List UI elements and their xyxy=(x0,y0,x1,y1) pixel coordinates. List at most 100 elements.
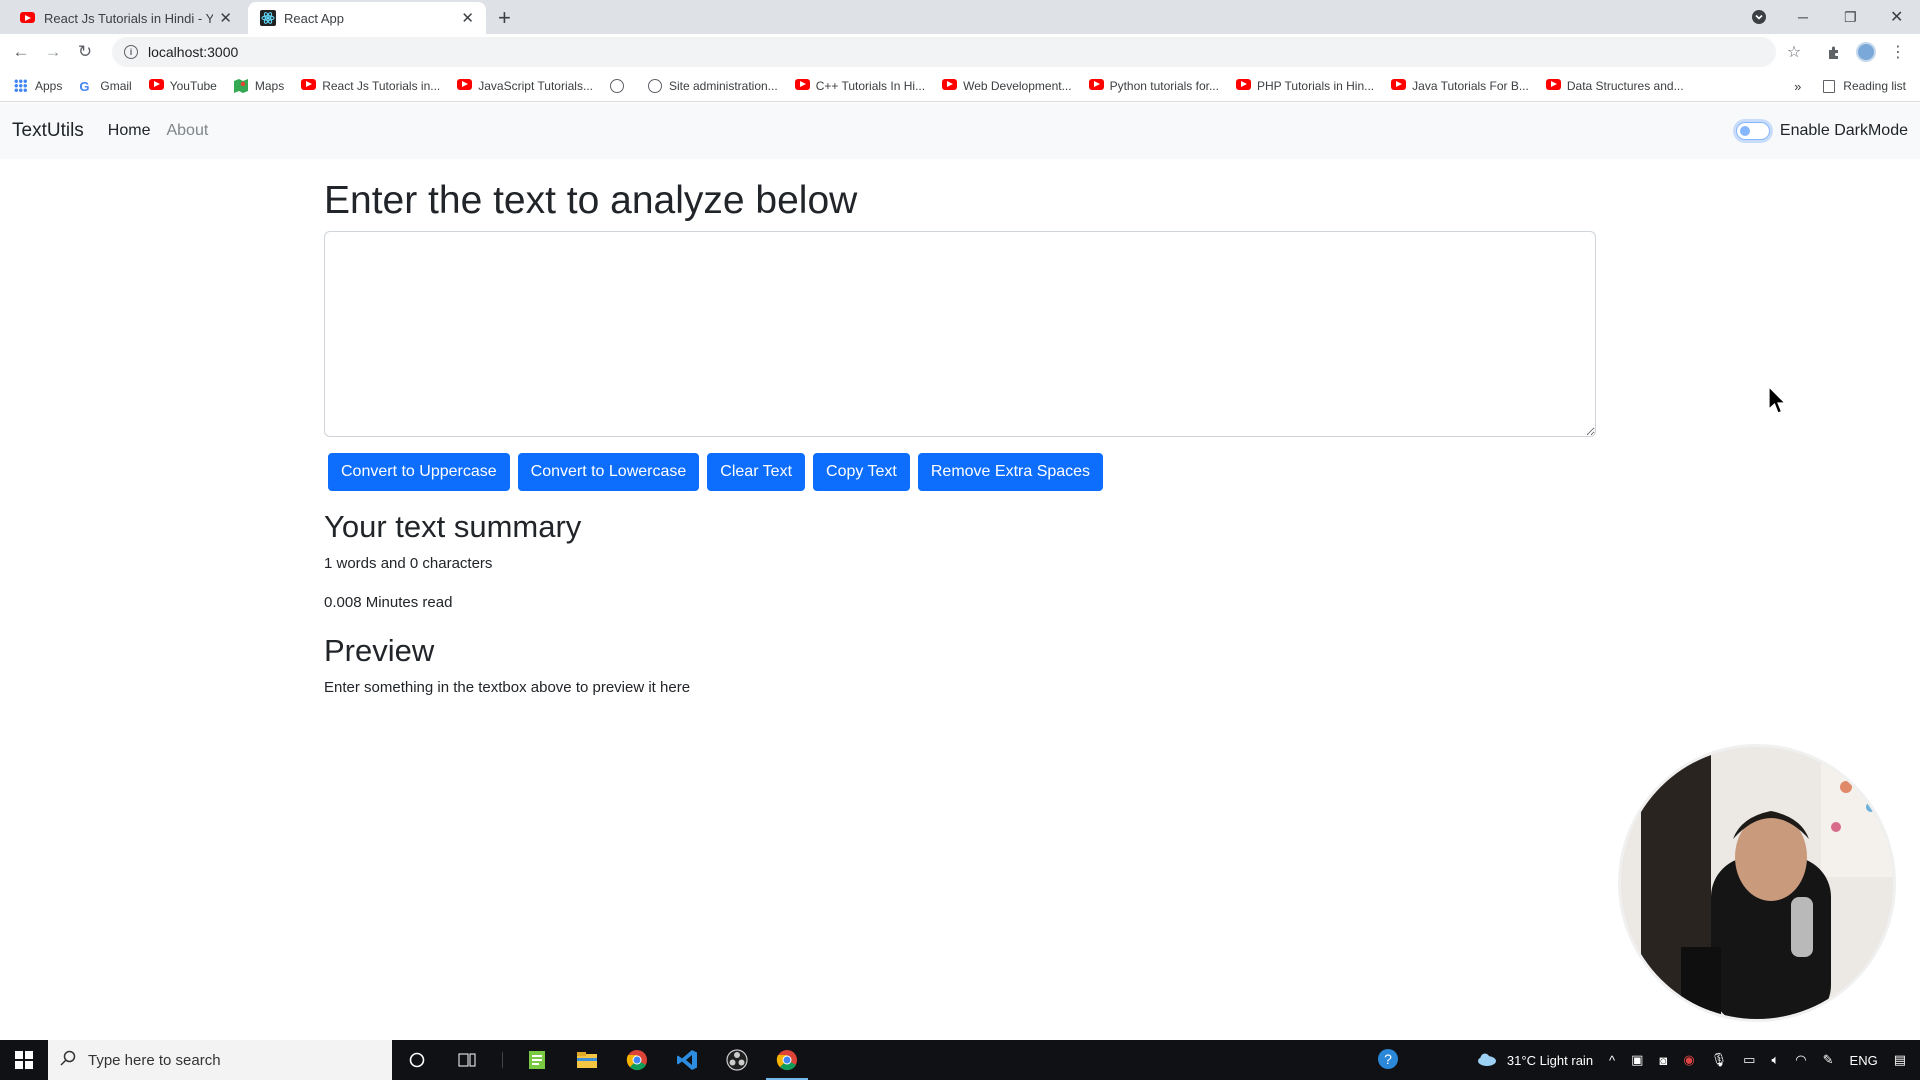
youtube-icon xyxy=(1545,78,1561,93)
windows-taskbar: Type here to search ? 31°C Light rain ^ … xyxy=(0,1040,1920,1080)
notification-icon[interactable]: ▤ xyxy=(1894,1052,1906,1068)
profile-avatar[interactable] xyxy=(1856,42,1876,62)
task-view-icon[interactable] xyxy=(442,1040,492,1080)
back-arrow-icon[interactable]: ← xyxy=(10,41,32,63)
nav-link-about[interactable]: About xyxy=(166,122,208,140)
bookmark-site-administration[interactable]: Site administration... xyxy=(647,78,778,93)
bookmark-star-icon[interactable]: ☆ xyxy=(1784,42,1804,62)
app-navbar: TextUtils Home About Enable DarkMode xyxy=(0,103,1920,159)
forward-arrow-icon[interactable]: → xyxy=(42,41,64,63)
text-input-area[interactable] xyxy=(324,231,1596,437)
close-icon[interactable]: ✕ xyxy=(219,9,232,27)
weather-text[interactable]: 31°C Light rain xyxy=(1507,1053,1593,1068)
antivirus-icon[interactable]: ◉ xyxy=(1683,1052,1694,1068)
remove-extra-spaces-button[interactable]: Remove Extra Spaces xyxy=(917,453,1104,491)
browser-tab-strip: React Js Tutorials in Hindi - YouT ✕ Rea… xyxy=(0,0,1920,34)
system-tray: ? 31°C Light rain ^ ▣ ◙ ◉ 🎙︎ ▭ 🔈︎ ◠ ✎ EN… xyxy=(1369,1040,1920,1080)
cortana-icon[interactable] xyxy=(392,1040,442,1080)
notepad-icon[interactable] xyxy=(512,1040,562,1080)
bookmark-data-structures[interactable]: Data Structures and... xyxy=(1545,78,1684,93)
convert-lowercase-button[interactable]: Convert to Lowercase xyxy=(517,453,700,491)
chevron-up-icon[interactable]: ^ xyxy=(1609,1053,1615,1068)
wifi-icon[interactable]: ◠ xyxy=(1795,1052,1806,1068)
bookmark-gmail[interactable]: G Gmail xyxy=(79,78,131,94)
tab-youtube[interactable]: React Js Tutorials in Hindi - YouT ✕ xyxy=(8,2,244,34)
menu-kebab-icon[interactable]: ⋮ xyxy=(1888,42,1908,62)
globe-icon xyxy=(647,78,662,93)
reading-list[interactable]: » Reading list xyxy=(1794,70,1906,102)
bookmark-python-tutorials[interactable]: Python tutorials for... xyxy=(1088,78,1219,93)
tab-title: React App xyxy=(284,10,344,26)
bookmark-javascript-tutorials[interactable]: JavaScript Tutorials... xyxy=(457,78,593,93)
address-bar[interactable]: i localhost:3000 xyxy=(112,37,1776,67)
windows-start-icon[interactable] xyxy=(0,1040,48,1080)
google-icon: G xyxy=(79,78,90,94)
vscode-icon[interactable] xyxy=(662,1040,712,1080)
browser-toolbar: ← → ↻ i localhost:3000 ☆ ⋮ xyxy=(0,34,1920,70)
bookmark-web-development[interactable]: Web Development... xyxy=(942,78,1072,93)
new-tab-button[interactable]: + xyxy=(498,5,511,31)
youtube-icon xyxy=(1391,78,1407,93)
search-placeholder: Type here to search xyxy=(88,1051,221,1069)
summary-read-time: 0.008 Minutes read xyxy=(324,594,453,611)
tab-react-app[interactable]: React App ✕ xyxy=(248,2,486,34)
obs-icon[interactable] xyxy=(712,1040,762,1080)
file-explorer-icon[interactable] xyxy=(562,1040,612,1080)
bookmark-cpp-tutorials[interactable]: C++ Tutorials In Hi... xyxy=(794,78,925,93)
restore-button[interactable]: ❐ xyxy=(1844,0,1857,34)
maps-icon xyxy=(233,78,248,93)
taskbar-search-input[interactable]: Type here to search xyxy=(48,1040,392,1080)
preview-heading: Preview xyxy=(324,633,435,668)
tray-apps-icon[interactable]: ▣ xyxy=(1631,1052,1643,1068)
bookmark-react-tutorials[interactable]: React Js Tutorials in... xyxy=(301,78,440,93)
globe-icon xyxy=(609,78,624,93)
volume-icon[interactable]: 🔈︎ xyxy=(1771,1052,1779,1068)
bookmark-java-tutorials[interactable]: Java Tutorials For B... xyxy=(1391,78,1529,93)
youtube-icon xyxy=(794,78,810,93)
clear-text-button[interactable]: Clear Text xyxy=(707,453,806,491)
close-window-button[interactable]: ✕ xyxy=(1890,0,1903,34)
chrome-icon[interactable] xyxy=(612,1040,662,1080)
youtube-icon xyxy=(1088,78,1104,93)
summary-word-count: 1 words and 0 characters xyxy=(324,555,493,572)
youtube-icon xyxy=(942,78,958,93)
navbar-brand[interactable]: TextUtils xyxy=(12,120,84,142)
language-indicator[interactable]: ENG xyxy=(1850,1053,1878,1068)
bookmark-youtube[interactable]: YouTube xyxy=(148,78,217,93)
youtube-icon xyxy=(301,78,317,93)
reload-icon[interactable]: ↻ xyxy=(74,41,96,63)
bookmark-apps[interactable]: Apps xyxy=(14,78,62,93)
darkmode-switch[interactable] xyxy=(1735,122,1770,140)
summary-heading: Your text summary xyxy=(324,509,582,544)
tab-search-icon[interactable] xyxy=(1752,0,1766,34)
minimize-button[interactable]: ─ xyxy=(1798,0,1808,34)
darkmode-toggle-group: Enable DarkMode xyxy=(1735,103,1908,159)
help-icon[interactable]: ? xyxy=(1377,1048,1399,1073)
action-button-row: Convert to Uppercase Convert to Lowercas… xyxy=(324,453,1596,491)
webcam-overlay xyxy=(1618,744,1896,1022)
camera-icon[interactable]: ◙ xyxy=(1659,1053,1667,1068)
page-title: Enter the text to analyze below xyxy=(324,179,858,222)
chevron-double-right-icon[interactable]: » xyxy=(1794,79,1801,94)
extensions-icon[interactable] xyxy=(1824,42,1844,62)
bookmark-globe[interactable] xyxy=(609,78,631,93)
react-icon xyxy=(260,10,276,26)
close-icon[interactable]: ✕ xyxy=(461,9,474,27)
separator xyxy=(492,1040,512,1080)
url-text: localhost:3000 xyxy=(148,44,239,60)
main-container: Enter the text to analyze below Convert … xyxy=(324,159,1596,718)
bookmark-maps[interactable]: Maps xyxy=(233,78,284,93)
info-icon[interactable]: i xyxy=(124,45,138,59)
youtube-icon xyxy=(148,78,164,93)
nav-link-home[interactable]: Home xyxy=(108,122,151,140)
reading-list-icon xyxy=(1823,79,1836,93)
microphone-icon[interactable]: 🎙︎ xyxy=(1711,1052,1728,1068)
copy-text-button[interactable]: Copy Text xyxy=(813,453,910,491)
chrome-active-icon[interactable] xyxy=(762,1040,812,1080)
battery-icon[interactable]: ▭ xyxy=(1743,1052,1755,1068)
bookmark-php-tutorials[interactable]: PHP Tutorials in Hin... xyxy=(1235,78,1374,93)
youtube-icon xyxy=(457,78,473,93)
convert-uppercase-button[interactable]: Convert to Uppercase xyxy=(328,453,510,491)
darkmode-label[interactable]: Enable DarkMode xyxy=(1780,122,1908,140)
pen-icon[interactable]: ✎ xyxy=(1823,1052,1834,1068)
